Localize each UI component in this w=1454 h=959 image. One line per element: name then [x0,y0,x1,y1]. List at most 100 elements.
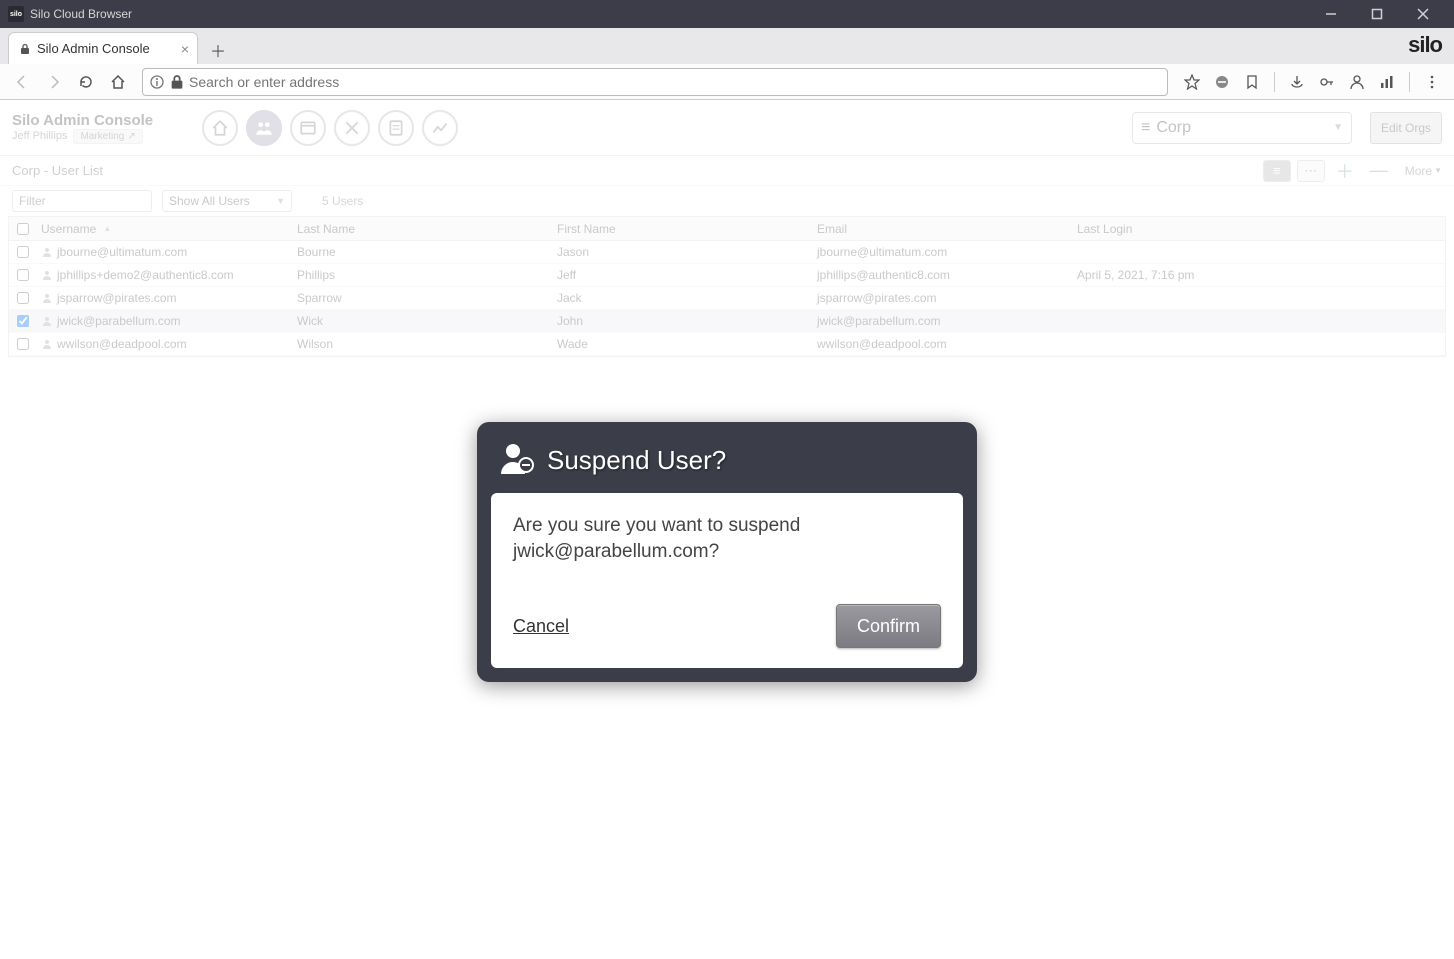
stats-button[interactable] [1373,68,1401,96]
add-user-button[interactable]: ＋ [1331,160,1359,182]
cancel-button[interactable]: Cancel [513,616,569,637]
window-title: Silo Cloud Browser [30,7,132,21]
table-row[interactable]: jwick@parabellum.comWickJohnjwick@parabe… [9,310,1445,333]
tab-close-icon[interactable]: × [181,41,189,57]
cell-firstname: Jason [557,245,817,259]
user-icon [41,292,53,304]
col-username[interactable]: Username▲ [37,222,297,236]
nav-back-button[interactable] [8,68,36,96]
cell-firstname: Jack [557,291,817,305]
address-input[interactable] [189,74,1161,90]
users-table: Username▲ Last Name First Name Email Las… [8,216,1446,357]
page-title: Silo Admin Console [12,112,192,129]
address-bar[interactable] [142,68,1168,96]
modal-overlay: Suspend User? Are you sure you want to s… [0,0,1454,959]
table-row[interactable]: jphillips+demo2@authentic8.comPhillipsJe… [9,264,1445,287]
select-all-checkbox[interactable] [17,223,29,235]
window-titlebar: silo Silo Cloud Browser [0,0,1454,28]
nav-home-icon[interactable] [202,110,238,146]
row-checkbox[interactable] [17,338,29,350]
table-row[interactable]: jbourne@ultimatum.comBourneJasonjbourne@… [9,241,1445,264]
nav-forward-button[interactable] [40,68,68,96]
cell-firstname: Wade [557,337,817,351]
cell-lastlogin: April 5, 2021, 7:16 pm [1077,268,1445,282]
row-checkbox[interactable] [17,292,29,304]
edit-orgs-button[interactable]: Edit Orgs [1370,112,1442,144]
lock-icon[interactable] [169,74,185,90]
col-email[interactable]: Email [817,222,1077,236]
table-row[interactable]: jsparrow@pirates.comSparrowJackjsparrow@… [9,287,1445,310]
cell-email: wwilson@deadpool.com [817,337,1077,351]
confirm-button[interactable]: Confirm [836,604,941,648]
row-checkbox[interactable] [17,246,29,258]
suspend-user-dialog: Suspend User? Are you sure you want to s… [477,422,977,682]
list-icon: ≡ [1141,119,1150,137]
user-icon [41,269,53,281]
app-icon: silo [8,6,24,22]
cell-email: jbourne@ultimatum.com [817,245,1077,259]
tab-label: Silo Admin Console [37,41,150,56]
admin-content: Silo Admin Console Jeff Phillips Marketi… [0,100,1454,357]
menu-button[interactable] [1418,68,1446,96]
user-count: 5 Users [322,194,363,208]
dialog-title: Suspend User? [547,445,726,476]
info-icon[interactable] [149,74,165,90]
col-firstname[interactable]: First Name [557,222,817,236]
window-minimize-button[interactable] [1308,0,1354,28]
home-button[interactable] [104,68,132,96]
org-badge[interactable]: Marketing ↗ [73,129,142,144]
download-button[interactable] [1283,68,1311,96]
cell-username: wwilson@deadpool.com [57,337,187,351]
nav-analytics-icon[interactable] [422,110,458,146]
cell-username: jbourne@ultimatum.com [57,245,187,259]
org-selector[interactable]: ≡ Corp ▼ [1132,112,1352,144]
chevron-down-icon: ▼ [1333,122,1343,133]
table-row[interactable]: wwilson@deadpool.comWilsonWadewwilson@de… [9,333,1445,356]
more-menu[interactable]: More ▼ [1405,164,1442,178]
cell-lastname: Phillips [297,268,557,282]
user-icon [41,338,53,350]
table-header: Username▲ Last Name First Name Email Las… [9,217,1445,241]
row-checkbox[interactable] [17,315,29,327]
row-checkbox[interactable] [17,269,29,281]
view-list-button[interactable]: ≡ [1263,160,1291,182]
cell-firstname: Jeff [557,268,817,282]
browser-toolbar [0,64,1454,100]
cell-firstname: John [557,314,817,328]
col-lastname[interactable]: Last Name [297,222,557,236]
admin-header: Silo Admin Console Jeff Phillips Marketi… [0,100,1454,156]
cell-lastname: Wick [297,314,557,328]
view-compact-button[interactable]: ⋯ [1297,160,1325,182]
nav-apps-icon[interactable] [290,110,326,146]
reload-button[interactable] [72,68,100,96]
cell-username: jsparrow@pirates.com [57,291,177,305]
new-tab-button[interactable]: ＋ [204,36,232,64]
remove-user-button[interactable]: — [1365,160,1393,182]
tab-strip: Silo Admin Console × ＋ silo [0,28,1454,64]
browser-tab[interactable]: Silo Admin Console × [8,32,198,64]
cell-lastname: Bourne [297,245,557,259]
cell-email: jphillips@authentic8.com [817,268,1077,282]
nav-reports-icon[interactable] [378,110,414,146]
show-users-select[interactable]: Show All Users▼ [162,190,292,212]
favorite-button[interactable] [1178,68,1206,96]
nav-tools-icon[interactable] [334,110,370,146]
bookmark-button[interactable] [1238,68,1266,96]
breadcrumb: Corp - User List [12,163,103,178]
col-lastlogin[interactable]: Last Login [1077,222,1445,236]
share-icon: ↗ [127,131,135,142]
lock-icon [19,43,31,55]
window-close-button[interactable] [1400,0,1446,28]
block-button[interactable] [1208,68,1236,96]
admin-nav [202,110,458,146]
subheader: Corp - User List ≡ ⋯ ＋ — More ▼ [0,156,1454,186]
nav-users-icon[interactable] [246,110,282,146]
profile-button[interactable] [1343,68,1371,96]
dialog-message: Are you sure you want to suspend jwick@p… [513,513,941,564]
window-maximize-button[interactable] [1354,0,1400,28]
suspend-user-icon [499,440,535,481]
key-button[interactable] [1313,68,1341,96]
filter-row: Show All Users▼ 5 Users [0,186,1454,216]
cell-lastname: Wilson [297,337,557,351]
filter-input[interactable] [12,190,152,212]
